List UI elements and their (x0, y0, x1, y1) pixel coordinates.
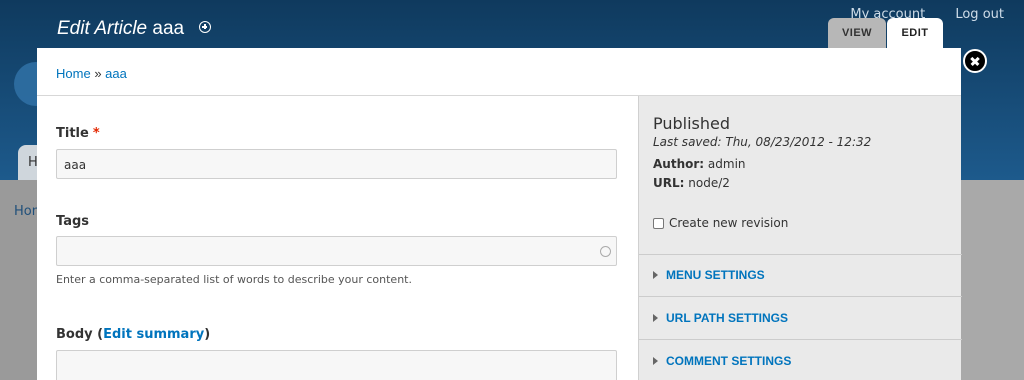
url-row: URL: node/2 (653, 176, 943, 190)
required-marker: * (92, 126, 100, 141)
breadcrumb-bar: Home » aaa (37, 48, 961, 96)
close-icon[interactable] (963, 49, 987, 73)
body-textarea[interactable] (56, 350, 617, 380)
last-saved: Last saved: Thu, 08/23/2012 - 12:32 (653, 135, 872, 149)
divider (639, 296, 962, 297)
title-label: Title * (56, 126, 100, 141)
url-label: URL: (653, 176, 685, 190)
title-input[interactable]: aaa (56, 149, 617, 179)
triangle-right-icon (653, 271, 658, 279)
section-label: URL PATH SETTINGS (666, 311, 789, 325)
new-revision-label: Create new revision (669, 216, 789, 230)
section-label: COMMENT SETTINGS (666, 354, 792, 368)
tags-input[interactable] (56, 236, 617, 266)
tab-view[interactable]: VIEW (828, 18, 886, 48)
comment-settings-toggle[interactable]: COMMENT SETTINGS (653, 354, 791, 368)
publish-status: Published (653, 114, 731, 133)
menu-settings-toggle[interactable]: MENU SETTINGS (653, 268, 765, 282)
logout-link[interactable]: Log out (955, 7, 1004, 22)
edit-summary-link[interactable]: Edit summary (103, 327, 204, 342)
url-value: node/2 (688, 176, 730, 190)
body-label: Body (Edit summary) (56, 327, 210, 342)
breadcrumb-home[interactable]: Home (56, 66, 91, 81)
plus-circle-icon[interactable] (199, 21, 212, 33)
divider (639, 339, 962, 340)
node-meta: Published Last saved: Thu, 08/23/2012 - … (653, 114, 943, 190)
triangle-right-icon (653, 357, 658, 365)
url-path-settings-toggle[interactable]: URL PATH SETTINGS (653, 311, 788, 325)
body-label-suffix: ) (204, 327, 211, 342)
checkbox-icon[interactable] (653, 217, 664, 229)
new-revision-checkbox[interactable]: Create new revision (653, 216, 788, 230)
divider (639, 254, 962, 255)
site-right-column (960, 180, 1024, 380)
node-sidebar: Published Last saved: Thu, 08/23/2012 - … (638, 96, 962, 380)
overlay-title: Edit Article aaa (57, 18, 212, 40)
overlay-panel: Home » aaa Title * aaa Tags Enter a comma… (37, 48, 962, 380)
author-row: Author: admin (653, 157, 943, 171)
author-value: admin (707, 157, 746, 171)
author-label: Author: (653, 157, 705, 171)
edit-form: Title * aaa Tags Enter a comma-separated … (37, 96, 638, 380)
breadcrumb-current[interactable]: aaa (105, 66, 127, 81)
overlay-title-name: aaa (152, 18, 185, 39)
title-label-text: Title (56, 126, 89, 141)
section-label: MENU SETTINGS (666, 268, 765, 282)
breadcrumb: Home » aaa (56, 66, 127, 81)
overlay-title-prefix: Edit Article (57, 18, 148, 39)
autocomplete-icon (600, 246, 611, 257)
tab-edit[interactable]: EDIT (887, 18, 943, 48)
tags-label: Tags (56, 214, 90, 229)
tags-description: Enter a comma-separated list of words to… (56, 273, 412, 286)
triangle-right-icon (653, 314, 658, 322)
breadcrumb-separator: » (94, 66, 102, 81)
body-label-prefix: Body ( (56, 327, 104, 342)
